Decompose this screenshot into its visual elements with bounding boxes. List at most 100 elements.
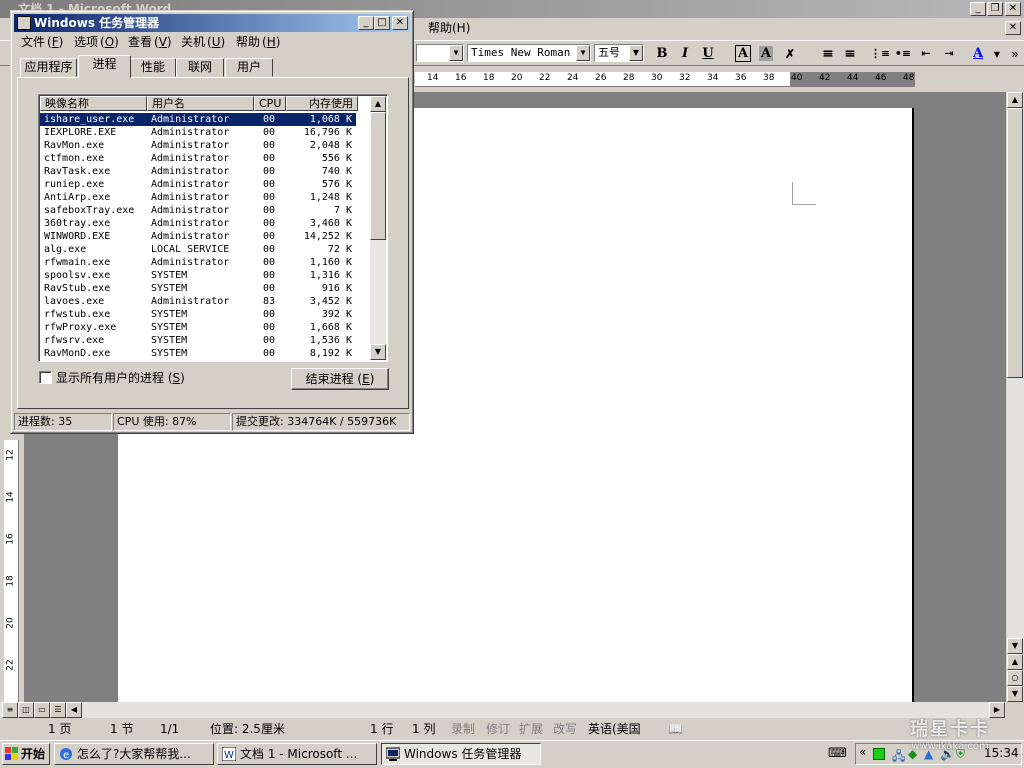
char-shading-icon[interactable]: A xyxy=(756,44,776,64)
tab-3[interactable]: 联网 xyxy=(176,58,224,77)
tm-menu-item[interactable]: 关机 xyxy=(181,34,205,51)
tab-2[interactable]: 性能 xyxy=(130,58,176,77)
toolbar-more-icon[interactable]: » xyxy=(1005,44,1024,64)
table-row[interactable]: RavMon.exe Administrator 00 2,048 K xyxy=(40,139,356,152)
keyboard-icon[interactable]: ⌨ xyxy=(828,746,847,761)
task-taskmgr[interactable]: Windows 任务管理器 xyxy=(381,743,541,765)
font-color-icon[interactable]: A xyxy=(968,44,988,64)
bold-icon[interactable]: B xyxy=(652,44,672,64)
scroll-up-icon[interactable]: ▲ xyxy=(1007,92,1023,108)
scroll-down-icon[interactable]: ▼ xyxy=(1007,638,1023,654)
chevron-down-icon[interactable]: ▼ xyxy=(987,44,1007,64)
tm-minimize-button[interactable]: _ xyxy=(358,16,374,30)
status-ovr[interactable]: 改写 xyxy=(553,721,577,737)
char-scale-icon[interactable]: ✗ xyxy=(780,44,800,64)
scroll-thumb[interactable] xyxy=(370,112,386,240)
table-row[interactable]: safeboxTray.exe Administrator 00 7 K xyxy=(40,204,356,217)
task-ie[interactable]: e 怎么了?大家帮帮我... xyxy=(54,743,214,765)
status-ext[interactable]: 扩展 xyxy=(519,721,543,737)
font-size-combo[interactable]: 五号 ▼ xyxy=(594,44,644,62)
table-row[interactable]: rfwsrv.exe SYSTEM 00 1,536 K xyxy=(40,334,356,347)
scroll-down-icon[interactable]: ▼ xyxy=(370,344,386,360)
status-rec[interactable]: 录制 xyxy=(451,721,475,737)
normal-view-icon[interactable]: ≡ xyxy=(2,702,18,718)
tm-maximize-button[interactable]: □ xyxy=(374,16,390,30)
spelling-book-icon[interactable]: 📖 xyxy=(668,721,683,737)
tab-0[interactable]: 应用程序 xyxy=(20,58,77,77)
scroll-up-icon[interactable]: ▲ xyxy=(370,96,386,112)
col-mem[interactable]: 内存使用 xyxy=(286,96,358,111)
print-view-icon[interactable]: ▭ xyxy=(34,702,50,718)
tm-menu-item[interactable]: 帮助 xyxy=(236,34,260,51)
increase-indent-icon[interactable]: ⇥ xyxy=(939,44,959,64)
tab-4[interactable]: 用户 xyxy=(225,58,273,77)
table-row[interactable]: AntiArp.exe Administrator 00 1,248 K xyxy=(40,191,356,204)
next-page-icon[interactable]: ▼ xyxy=(1007,686,1023,702)
tray-expand-icon[interactable]: « xyxy=(859,745,866,759)
table-row[interactable]: ishare_user.exe Administrator 00 1,068 K xyxy=(40,113,356,126)
task-word[interactable]: W 文档 1 - Microsoft ... xyxy=(217,743,377,765)
table-row[interactable]: IEXPLORE.EXE Administrator 00 16,796 K xyxy=(40,126,356,139)
table-row[interactable]: RavMonD.exe SYSTEM 00 8,192 K xyxy=(40,347,356,360)
horizontal-ruler[interactable]: 14 16 18 20 22 24 26 28 30 32 34 36 38 40 42 44 46 48 xyxy=(415,72,915,87)
vertical-scrollbar[interactable]: ▲ ▼ ▲ ○ ▼ xyxy=(1007,92,1024,702)
col-cpu[interactable]: CPU xyxy=(254,96,286,111)
end-process-button[interactable]: 结束进程 (E) xyxy=(291,368,389,390)
safe-guard-icon[interactable]: ⛨ xyxy=(956,747,965,762)
table-row[interactable]: 360tray.exe Administrator 00 3,460 K xyxy=(40,217,356,230)
network-icon[interactable]: 🖧 xyxy=(892,747,905,768)
underline-icon[interactable]: U xyxy=(698,44,718,64)
tab-1[interactable]: 进程 xyxy=(78,55,131,78)
tm-close-button[interactable]: ✕ xyxy=(392,16,408,30)
outline-view-icon[interactable]: ☰ xyxy=(50,702,66,718)
minimize-button[interactable]: _ xyxy=(970,2,986,16)
col-user-name[interactable]: 用户名 xyxy=(147,96,254,111)
table-row[interactable]: RavTask.exe Administrator 00 740 K xyxy=(40,165,356,178)
font-name-combo[interactable]: Times New Roman ▼ xyxy=(467,44,591,62)
show-all-users-label[interactable]: 显示所有用户的进程 (S) xyxy=(56,369,185,386)
table-row[interactable]: rfwmain.exe Administrator 00 1,160 K xyxy=(40,256,356,269)
align-center-icon[interactable]: ≡ xyxy=(840,44,860,64)
align-justify-icon[interactable]: ≡ xyxy=(818,44,838,64)
tray-status-icon[interactable] xyxy=(873,748,885,760)
status-trk[interactable]: 修订 xyxy=(486,721,510,737)
web-view-icon[interactable]: ◫ xyxy=(18,702,34,718)
tm-menu-item[interactable]: 文件 xyxy=(21,34,45,51)
table-row[interactable]: ctfmon.exe Administrator 00 556 K xyxy=(40,152,356,165)
decrease-indent-icon[interactable]: ⇤ xyxy=(916,44,936,64)
bullets-icon[interactable]: •≡ xyxy=(893,44,913,64)
italic-icon[interactable]: I xyxy=(675,44,695,64)
table-row[interactable]: runiep.exe Administrator 00 576 K xyxy=(40,178,356,191)
table-row[interactable]: rfwProxy.exe SYSTEM 00 1,668 K xyxy=(40,321,356,334)
firewall-icon[interactable]: ▲ xyxy=(924,747,933,761)
browse-object-icon[interactable]: ○ xyxy=(1007,670,1023,686)
scroll-thumb[interactable] xyxy=(1007,108,1023,378)
tm-title-bar[interactable]: Windows 任务管理器 xyxy=(14,14,410,32)
vertical-ruler[interactable]: 12 14 16 18 20 22 xyxy=(4,440,19,702)
char-border-icon[interactable]: A xyxy=(733,44,753,64)
prev-page-icon[interactable]: ▲ xyxy=(1007,654,1023,670)
doc-close-button[interactable]: ✕ xyxy=(1005,21,1021,35)
tm-menu-item[interactable]: 选项 xyxy=(74,34,98,51)
horizontal-scrollbar[interactable]: ≡ ◫ ▭ ☰ ◀ ▶ xyxy=(0,702,1006,718)
table-row[interactable]: rfwstub.exe SYSTEM 00 392 K xyxy=(40,308,356,321)
menu-help[interactable]: 帮助(H) xyxy=(428,20,470,37)
restore-button[interactable]: ❐ xyxy=(987,2,1003,16)
tm-menu-item[interactable]: 查看 xyxy=(128,34,152,51)
table-row[interactable]: spoolsv.exe SYSTEM 00 1,316 K xyxy=(40,269,356,282)
scroll-right-icon[interactable]: ▶ xyxy=(989,702,1005,718)
table-row[interactable]: alg.exe LOCAL SERVICE 00 72 K xyxy=(40,243,356,256)
show-all-users-checkbox[interactable] xyxy=(39,371,52,384)
col-image-name[interactable]: 映像名称 xyxy=(40,96,147,111)
scroll-left-icon[interactable]: ◀ xyxy=(66,702,82,718)
clock[interactable]: 15:34 xyxy=(984,746,1019,760)
style-combo[interactable]: ▼ xyxy=(416,44,464,62)
table-row[interactable]: WINWORD.EXE Administrator 00 14,252 K xyxy=(40,230,356,243)
process-list-scrollbar[interactable]: ▲ ▼ xyxy=(370,96,386,360)
numbering-icon[interactable]: ⋮≡ xyxy=(870,44,890,64)
start-button[interactable]: 开始 xyxy=(2,743,50,765)
process-list[interactable]: 映像名称 用户名 CPU 内存使用 ishare_user.exe Adminis… xyxy=(38,94,388,362)
antivirus-icon[interactable]: ◆ xyxy=(908,747,917,761)
table-row[interactable]: lavoes.exe Administrator 83 3,452 K xyxy=(40,295,356,308)
volume-icon[interactable]: 🔊 xyxy=(940,747,955,761)
